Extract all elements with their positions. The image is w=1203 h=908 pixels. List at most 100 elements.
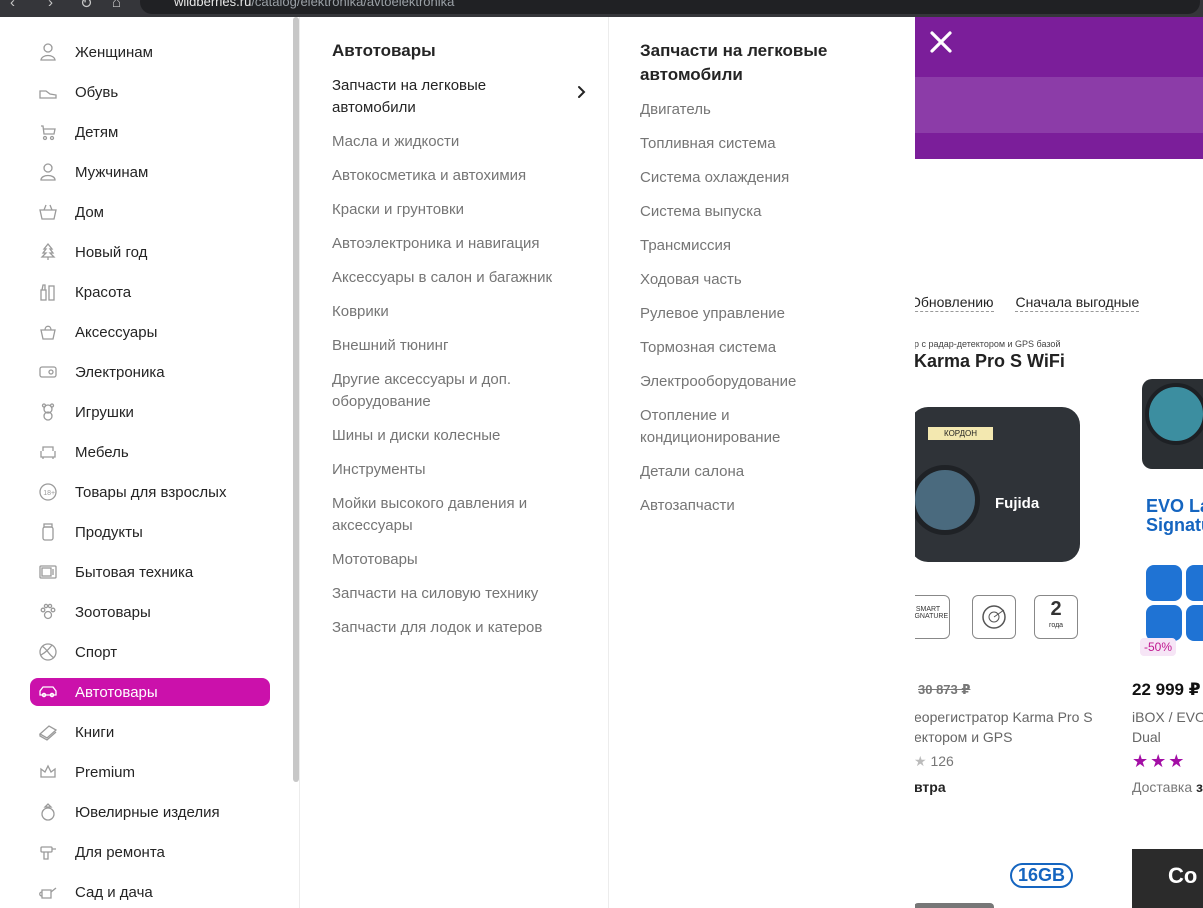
drill-icon xyxy=(37,841,59,863)
sidebar-item[interactable]: 18+ Товары для взрослых xyxy=(30,478,270,506)
subcategory-item[interactable]: Инструменты xyxy=(332,459,592,481)
sort-by-update[interactable]: Обновлению xyxy=(914,294,994,312)
christmas-tree-icon xyxy=(37,241,59,263)
ring-icon xyxy=(37,801,59,823)
sidebar-item[interactable]: Дом xyxy=(30,198,270,226)
detail-title: Запчасти на легковые автомобили xyxy=(640,41,828,84)
sort-options: Обновлению Сначала выгодные xyxy=(914,294,1140,312)
sidebar-item[interactable]: Ювелирные изделия xyxy=(30,798,270,826)
book-icon xyxy=(37,721,59,743)
radar-icon xyxy=(982,605,1006,629)
browser-toolbar: ‹ › ↻ ⌂ wildberries.ru/catalog/elektroni… xyxy=(0,0,1203,17)
subcategory-item[interactable]: Запчасти на силовую технику xyxy=(332,583,592,605)
detail-item[interactable]: Детали салона xyxy=(640,461,900,483)
sidebar-item[interactable]: Обувь xyxy=(30,78,270,106)
subcategory-item[interactable]: Мототовары xyxy=(332,549,592,571)
watering-can-icon xyxy=(37,881,59,903)
dashcam-image[interactable]: КОРДОН Fujida xyxy=(914,407,1080,562)
sidebar-item[interactable]: Спорт xyxy=(30,638,270,666)
sidebar-item-label: Ювелирные изделия xyxy=(75,803,220,821)
product2-price: 22 999 ₽ xyxy=(1132,680,1201,699)
promo-tile[interactable]: Co xyxy=(1132,849,1203,908)
sidebar-scrollbar[interactable] xyxy=(293,17,299,782)
product-brand: Fujida xyxy=(995,495,1040,512)
sidebar-item[interactable]: Мужчинам xyxy=(30,158,270,186)
sidebar-item[interactable]: Зоотовары xyxy=(30,598,270,626)
detail-item[interactable]: Отопление и кондиционирование xyxy=(640,405,830,449)
subcategory-item[interactable]: Масла и жидкости xyxy=(332,131,592,153)
sidebar-item[interactable]: Сад и дача xyxy=(30,878,270,906)
subcategory-item[interactable]: Внешний тюнинг xyxy=(332,335,592,357)
device-icon xyxy=(37,361,59,383)
product2-delivery: Доставка з xyxy=(1132,779,1203,795)
detail-item[interactable]: Трансмиссия xyxy=(640,235,900,257)
sidebar-item[interactable]: Автотовары xyxy=(30,678,270,706)
back-icon[interactable]: ‹ xyxy=(10,0,15,11)
subcategory-item[interactable]: Автокосметика и автохимия xyxy=(332,165,592,187)
sidebar-item[interactable]: Красота xyxy=(30,278,270,306)
sidebar-item[interactable]: Продукты xyxy=(30,518,270,546)
sidebar-item-label: Книги xyxy=(75,723,115,741)
ball-icon xyxy=(37,641,59,663)
sidebar-item[interactable]: Игрушки xyxy=(30,398,270,426)
sort-by-best[interactable]: Сначала выгодные xyxy=(1015,294,1140,312)
sidebar-item[interactable]: Книги xyxy=(30,718,270,746)
product-promo-name: Karma Pro S WiFi xyxy=(914,351,1065,371)
subcategory-item[interactable]: Краски и грунтовки xyxy=(332,199,592,221)
subcategory-item[interactable]: Аксессуары в салон и багажник xyxy=(332,267,592,289)
sidebar-item-label: Аксессуары xyxy=(75,323,158,341)
dashcam2-image[interactable] xyxy=(1142,379,1203,469)
detail-item[interactable]: Двигатель xyxy=(640,99,900,121)
sidebar-item[interactable]: Женщинам xyxy=(30,38,270,66)
sidebar-item[interactable]: Premium xyxy=(30,758,270,786)
sidebar-item-label: Женщинам xyxy=(75,43,153,61)
close-menu-button[interactable] xyxy=(926,27,956,57)
subcategory-item[interactable]: Запчасти для лодок и катеров xyxy=(332,617,592,639)
product1-delivery: втра xyxy=(914,779,946,795)
detail-item[interactable]: Автозапчасти xyxy=(640,495,900,517)
detail-item[interactable]: Ходовая часть xyxy=(640,269,900,291)
sidebar-item-label: Для ремонта xyxy=(75,843,165,861)
sidebar-item[interactable]: Новый год xyxy=(30,238,270,266)
product1-rating: ★ 126 xyxy=(914,753,954,769)
sidebar-item-label: Бытовая техника xyxy=(75,563,194,581)
detail-item[interactable]: Рулевое управление xyxy=(640,303,900,325)
product1-title[interactable]: еорегистратор Karma Pro S ектором и GPS xyxy=(914,707,1093,747)
detail-item[interactable]: Система охлаждения xyxy=(640,167,900,189)
sidebar-item-label: Продукты xyxy=(75,523,143,541)
forward-icon[interactable]: › xyxy=(48,0,53,11)
product2-title[interactable]: iBOX / EVO Dual xyxy=(1132,707,1203,747)
sidebar-item-label: Красота xyxy=(75,283,132,301)
sidebar-item[interactable]: Электроника xyxy=(30,358,270,386)
warranty-badge: 2 года xyxy=(1034,595,1078,639)
sidebar-item[interactable]: Аксессуары xyxy=(30,318,270,346)
detail-item[interactable]: Топливная система xyxy=(640,133,900,155)
product3-image[interactable] xyxy=(914,903,994,908)
subcategory-item[interactable]: Другие аксессуары и доп. оборудование xyxy=(332,369,592,413)
sidebar-item[interactable]: Бытовая техника xyxy=(30,558,270,586)
home-icon[interactable]: ⌂ xyxy=(112,0,121,11)
shoe-icon xyxy=(37,81,59,103)
detail-item[interactable]: Электрооборудование xyxy=(640,371,900,393)
url-text[interactable]: wildberries.ru/catalog/elektronika/avtoe… xyxy=(174,0,454,9)
sidebar-item-label: Новый год xyxy=(75,243,148,261)
subcategory-item[interactable]: Шины и диски колесные xyxy=(332,425,592,447)
subcategory-item[interactable]: Запчасти на легковые автомобили xyxy=(332,75,532,119)
sidebar-item[interactable]: Детям xyxy=(30,118,270,146)
close-icon xyxy=(930,31,952,53)
camera-lens xyxy=(1145,383,1203,445)
detail-item[interactable]: Система выпуска xyxy=(640,201,900,223)
bag-icon xyxy=(37,321,59,343)
sofa-icon xyxy=(37,441,59,463)
search-band xyxy=(914,77,1203,133)
sidebar-item[interactable]: Мебель xyxy=(30,438,270,466)
subcategory-item[interactable]: Автоэлектроника и навигация xyxy=(332,233,592,255)
subcategory-item[interactable]: Коврики xyxy=(332,301,592,323)
sidebar-item-label: Сад и дача xyxy=(75,883,153,901)
reload-icon[interactable]: ↻ xyxy=(80,0,93,12)
detail-item[interactable]: Тормозная система xyxy=(640,337,900,359)
sd-card-badge: 16GB xyxy=(1010,863,1074,888)
subcategory-item[interactable]: Мойки высокого давления и аксессуары xyxy=(332,493,592,537)
radar-badge xyxy=(972,595,1016,639)
sidebar-item[interactable]: Для ремонта xyxy=(30,838,270,866)
